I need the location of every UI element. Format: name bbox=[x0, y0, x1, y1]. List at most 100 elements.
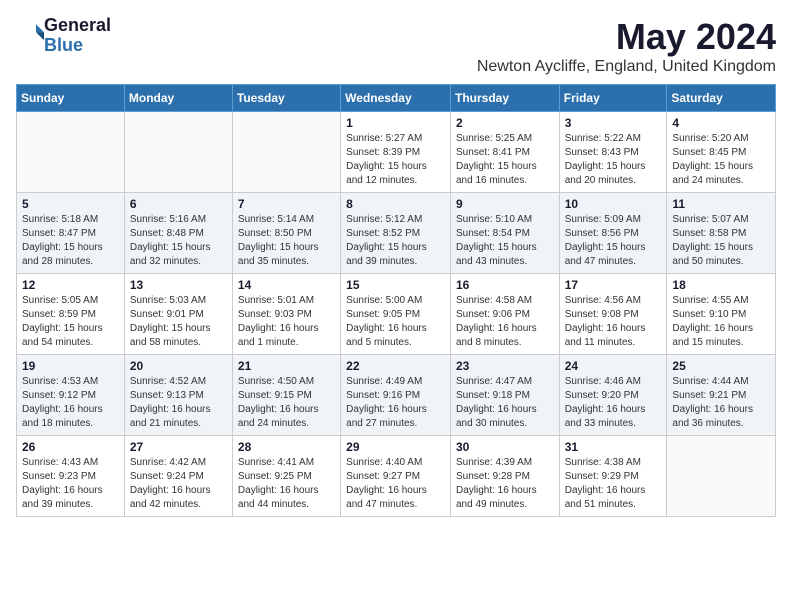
logo-icon bbox=[20, 21, 44, 45]
day-number: 27 bbox=[130, 440, 227, 454]
calendar-cell: 3Sunrise: 5:22 AM Sunset: 8:43 PM Daylig… bbox=[559, 112, 667, 193]
day-info: Sunrise: 4:40 AM Sunset: 9:27 PM Dayligh… bbox=[346, 456, 445, 512]
location-title: Newton Aycliffe, England, United Kingdom bbox=[477, 58, 776, 76]
day-number: 30 bbox=[456, 440, 554, 454]
day-number: 7 bbox=[238, 197, 335, 211]
calendar-cell: 20Sunrise: 4:52 AM Sunset: 9:13 PM Dayli… bbox=[124, 355, 232, 436]
day-number: 16 bbox=[456, 278, 554, 292]
calendar-cell: 7 Sunrise: 5:14 AM Sunset: 8:50 PM Daylig… bbox=[232, 193, 340, 274]
calendar-cell: 17 Sunrise: 4:56 AM Sunset: 9:08 PM Dayli… bbox=[559, 274, 667, 355]
day-info: Sunrise: 4:38 AM Sunset: 9:29 PM Dayligh… bbox=[565, 456, 662, 512]
month-title: May 2024 bbox=[477, 16, 776, 58]
day-number: 14 bbox=[238, 278, 335, 292]
calendar-cell: 10 Sunrise: 5:09 AM Sunset: 8:56 PM Dayli… bbox=[559, 193, 667, 274]
day-number: 17 bbox=[565, 278, 662, 292]
day-number: 31 bbox=[565, 440, 662, 454]
day-number: 28 bbox=[238, 440, 335, 454]
calendar-table: SundayMondayTuesdayWednesdayThursdayFrid… bbox=[16, 84, 776, 517]
day-number: 22 bbox=[346, 359, 445, 373]
day-number: 12 bbox=[22, 278, 119, 292]
week-row-2: 5 Sunrise: 5:18 AM Sunset: 8:47 PM Daylig… bbox=[17, 193, 776, 274]
logo-general-text: General bbox=[44, 16, 111, 36]
day-info: Sunrise: 5:25 AM Sunset: 8:41 PM Dayligh… bbox=[456, 132, 554, 188]
weekday-header-thursday: Thursday bbox=[450, 85, 559, 112]
day-info: Sunrise: 4:50 AM Sunset: 9:15 PM Dayligh… bbox=[238, 375, 335, 431]
weekday-header-friday: Friday bbox=[559, 85, 667, 112]
weekday-header-monday: Monday bbox=[124, 85, 232, 112]
calendar-cell: 18 Sunrise: 4:55 AM Sunset: 9:10 PM Dayli… bbox=[667, 274, 776, 355]
day-info: Sunrise: 4:53 AM Sunset: 9:12 PM Dayligh… bbox=[22, 375, 119, 431]
logo: General Blue bbox=[16, 16, 111, 56]
day-number: 20 bbox=[130, 359, 227, 373]
day-info: Sunrise: 4:55 AM Sunset: 9:10 PM Dayligh… bbox=[672, 294, 770, 350]
day-info: Sunrise: 5:16 AM Sunset: 8:48 PM Dayligh… bbox=[130, 213, 227, 269]
weekday-header-saturday: Saturday bbox=[667, 85, 776, 112]
day-info: Sunrise: 4:47 AM Sunset: 9:18 PM Dayligh… bbox=[456, 375, 554, 431]
day-info: Sunrise: 4:42 AM Sunset: 9:24 PM Dayligh… bbox=[130, 456, 227, 512]
calendar-cell: 26Sunrise: 4:43 AM Sunset: 9:23 PM Dayli… bbox=[17, 436, 125, 517]
day-number: 6 bbox=[130, 197, 227, 211]
calendar-cell bbox=[667, 436, 776, 517]
day-info: Sunrise: 4:41 AM Sunset: 9:25 PM Dayligh… bbox=[238, 456, 335, 512]
calendar-cell: 30 Sunrise: 4:39 AM Sunset: 9:28 PM Dayli… bbox=[450, 436, 559, 517]
day-info: Sunrise: 5:09 AM Sunset: 8:56 PM Dayligh… bbox=[565, 213, 662, 269]
calendar-cell: 9 Sunrise: 5:10 AM Sunset: 8:54 PM Daylig… bbox=[450, 193, 559, 274]
calendar-cell: 6 Sunrise: 5:16 AM Sunset: 8:48 PM Daylig… bbox=[124, 193, 232, 274]
weekday-header-wednesday: Wednesday bbox=[341, 85, 451, 112]
calendar-cell: 23 Sunrise: 4:47 AM Sunset: 9:18 PM Dayli… bbox=[450, 355, 559, 436]
calendar-cell: 11 Sunrise: 5:07 AM Sunset: 8:58 PM Dayli… bbox=[667, 193, 776, 274]
day-number: 9 bbox=[456, 197, 554, 211]
calendar-cell: 27 Sunrise: 4:42 AM Sunset: 9:24 PM Dayli… bbox=[124, 436, 232, 517]
day-info: Sunrise: 5:27 AM Sunset: 8:39 PM Dayligh… bbox=[346, 132, 445, 188]
day-number: 19 bbox=[22, 359, 119, 373]
day-number: 5 bbox=[22, 197, 119, 211]
calendar-cell: 4 Sunrise: 5:20 AM Sunset: 8:45 PM Daylig… bbox=[667, 112, 776, 193]
calendar-cell: 1 Sunrise: 5:27 AM Sunset: 8:39 PM Daylig… bbox=[341, 112, 451, 193]
day-info: Sunrise: 4:46 AM Sunset: 9:20 PM Dayligh… bbox=[565, 375, 662, 431]
day-info: Sunrise: 5:01 AM Sunset: 9:03 PM Dayligh… bbox=[238, 294, 335, 350]
day-info: Sunrise: 5:18 AM Sunset: 8:47 PM Dayligh… bbox=[22, 213, 119, 269]
day-number: 21 bbox=[238, 359, 335, 373]
day-info: Sunrise: 5:05 AM Sunset: 8:59 PM Dayligh… bbox=[22, 294, 119, 350]
day-number: 10 bbox=[565, 197, 662, 211]
day-number: 4 bbox=[672, 116, 770, 130]
week-row-1: 1 Sunrise: 5:27 AM Sunset: 8:39 PM Daylig… bbox=[17, 112, 776, 193]
day-info: Sunrise: 5:12 AM Sunset: 8:52 PM Dayligh… bbox=[346, 213, 445, 269]
day-number: 29 bbox=[346, 440, 445, 454]
calendar-cell: 14 Sunrise: 5:01 AM Sunset: 9:03 PM Dayli… bbox=[232, 274, 340, 355]
calendar-cell: 16 Sunrise: 4:58 AM Sunset: 9:06 PM Dayli… bbox=[450, 274, 559, 355]
day-info: Sunrise: 5:14 AM Sunset: 8:50 PM Dayligh… bbox=[238, 213, 335, 269]
calendar-cell: 12 Sunrise: 5:05 AM Sunset: 8:59 PM Dayli… bbox=[17, 274, 125, 355]
calendar-cell: 8Sunrise: 5:12 AM Sunset: 8:52 PM Daylig… bbox=[341, 193, 451, 274]
day-info: Sunrise: 5:07 AM Sunset: 8:58 PM Dayligh… bbox=[672, 213, 770, 269]
day-number: 18 bbox=[672, 278, 770, 292]
day-number: 15 bbox=[346, 278, 445, 292]
week-row-3: 12 Sunrise: 5:05 AM Sunset: 8:59 PM Dayli… bbox=[17, 274, 776, 355]
week-row-4: 19 Sunrise: 4:53 AM Sunset: 9:12 PM Dayli… bbox=[17, 355, 776, 436]
day-info: Sunrise: 4:39 AM Sunset: 9:28 PM Dayligh… bbox=[456, 456, 554, 512]
day-number: 23 bbox=[456, 359, 554, 373]
calendar-cell bbox=[124, 112, 232, 193]
day-info: Sunrise: 5:00 AM Sunset: 9:05 PM Dayligh… bbox=[346, 294, 445, 350]
header: General Blue May 2024 Newton Aycliffe, E… bbox=[16, 16, 776, 76]
calendar-cell: 15 Sunrise: 5:00 AM Sunset: 9:05 PM Dayli… bbox=[341, 274, 451, 355]
calendar-cell: 29 Sunrise: 4:40 AM Sunset: 9:27 PM Dayli… bbox=[341, 436, 451, 517]
weekday-header-tuesday: Tuesday bbox=[232, 85, 340, 112]
day-number: 11 bbox=[672, 197, 770, 211]
calendar-cell: 24Sunrise: 4:46 AM Sunset: 9:20 PM Dayli… bbox=[559, 355, 667, 436]
calendar-cell: 25Sunrise: 4:44 AM Sunset: 9:21 PM Dayli… bbox=[667, 355, 776, 436]
day-info: Sunrise: 5:10 AM Sunset: 8:54 PM Dayligh… bbox=[456, 213, 554, 269]
day-info: Sunrise: 5:20 AM Sunset: 8:45 PM Dayligh… bbox=[672, 132, 770, 188]
title-area: May 2024 Newton Aycliffe, England, Unite… bbox=[477, 16, 776, 76]
day-info: Sunrise: 4:58 AM Sunset: 9:06 PM Dayligh… bbox=[456, 294, 554, 350]
day-info: Sunrise: 4:44 AM Sunset: 9:21 PM Dayligh… bbox=[672, 375, 770, 431]
calendar-cell: 13Sunrise: 5:03 AM Sunset: 9:01 PM Dayli… bbox=[124, 274, 232, 355]
calendar-cell: 22 Sunrise: 4:49 AM Sunset: 9:16 PM Dayli… bbox=[341, 355, 451, 436]
calendar-cell bbox=[232, 112, 340, 193]
day-number: 1 bbox=[346, 116, 445, 130]
day-info: Sunrise: 4:49 AM Sunset: 9:16 PM Dayligh… bbox=[346, 375, 445, 431]
calendar-cell: 28 Sunrise: 4:41 AM Sunset: 9:25 PM Dayli… bbox=[232, 436, 340, 517]
logo-blue-text: Blue bbox=[44, 36, 111, 56]
day-number: 13 bbox=[130, 278, 227, 292]
day-info: Sunrise: 4:56 AM Sunset: 9:08 PM Dayligh… bbox=[565, 294, 662, 350]
